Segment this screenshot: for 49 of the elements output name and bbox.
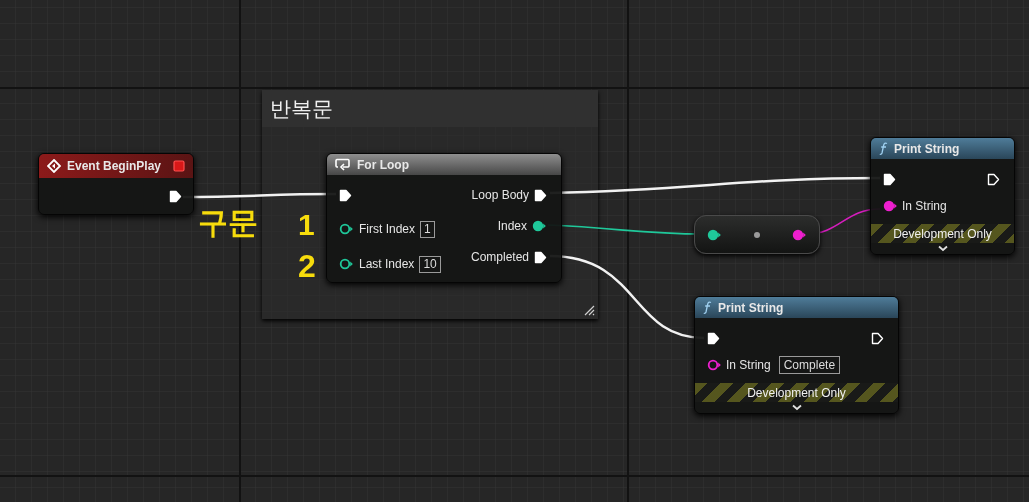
data-pin-icon[interactable] bbox=[883, 200, 898, 212]
data-pin-icon[interactable] bbox=[339, 223, 354, 235]
node-title: Print String bbox=[894, 140, 960, 158]
pin-label: Last Index bbox=[359, 256, 415, 273]
pin-label: Index bbox=[497, 218, 527, 235]
pin-label: First Index bbox=[359, 221, 415, 238]
exec-input-pin-icon[interactable] bbox=[883, 173, 896, 186]
node-title: Event BeginPlay bbox=[67, 158, 161, 175]
loop-icon bbox=[335, 158, 351, 171]
integer-value-field[interactable]: 1 bbox=[420, 220, 435, 238]
event-node[interactable]: Event BeginPlay bbox=[38, 153, 194, 215]
function-icon bbox=[879, 142, 888, 155]
delegate-pin-icon[interactable] bbox=[173, 160, 185, 172]
integer-value-field[interactable]: 10 bbox=[419, 255, 441, 273]
event-diamond-icon bbox=[47, 159, 61, 173]
chevron-down-icon[interactable] bbox=[937, 245, 948, 252]
pin-label: Loop Body bbox=[471, 187, 529, 204]
data-pin-icon[interactable] bbox=[707, 359, 722, 371]
exec-output-pin-icon[interactable] bbox=[534, 188, 547, 202]
exec-output-pin-icon[interactable] bbox=[987, 173, 1000, 186]
pin-label: Completed bbox=[470, 249, 529, 266]
print-string-node[interactable]: Print String In String Complete Development Only bbox=[694, 296, 899, 414]
exec-input-pin-icon[interactable] bbox=[707, 332, 720, 345]
handwritten-note: 2 bbox=[298, 250, 316, 282]
string-value-field[interactable]: Complete bbox=[778, 356, 841, 374]
exec-output-pin-icon[interactable] bbox=[871, 332, 884, 345]
development-only-banner: Development Only bbox=[695, 383, 898, 402]
dot-icon bbox=[754, 231, 760, 238]
data-pin-icon[interactable] bbox=[792, 228, 807, 241]
conversion-node[interactable] bbox=[694, 215, 820, 254]
data-pin-icon[interactable] bbox=[532, 220, 547, 232]
data-pin-icon[interactable] bbox=[339, 258, 354, 270]
exec-output-pin-icon[interactable] bbox=[169, 190, 182, 203]
print-string-node[interactable]: Print String In String Development Only bbox=[870, 137, 1015, 255]
resize-grip-icon[interactable] bbox=[583, 304, 595, 316]
handwritten-note: 1 bbox=[298, 210, 315, 240]
exec-input-pin-icon[interactable] bbox=[339, 188, 352, 202]
function-icon bbox=[703, 301, 712, 314]
handwritten-note: 구문 bbox=[198, 208, 258, 238]
data-pin-icon[interactable] bbox=[707, 228, 722, 241]
for-loop-node[interactable]: For Loop First Index 1 Last Index 10 Loop Body Index Completed bbox=[326, 153, 562, 283]
chevron-down-icon[interactable] bbox=[791, 404, 802, 411]
pin-label: In String bbox=[902, 198, 947, 215]
pin-label: In String bbox=[726, 357, 771, 374]
node-title: For Loop bbox=[357, 156, 409, 174]
exec-output-pin-icon[interactable] bbox=[534, 250, 547, 264]
development-only-banner: Development Only bbox=[871, 224, 1014, 243]
node-title: Print String bbox=[718, 299, 784, 317]
comment-title: 반복문 bbox=[270, 95, 333, 122]
